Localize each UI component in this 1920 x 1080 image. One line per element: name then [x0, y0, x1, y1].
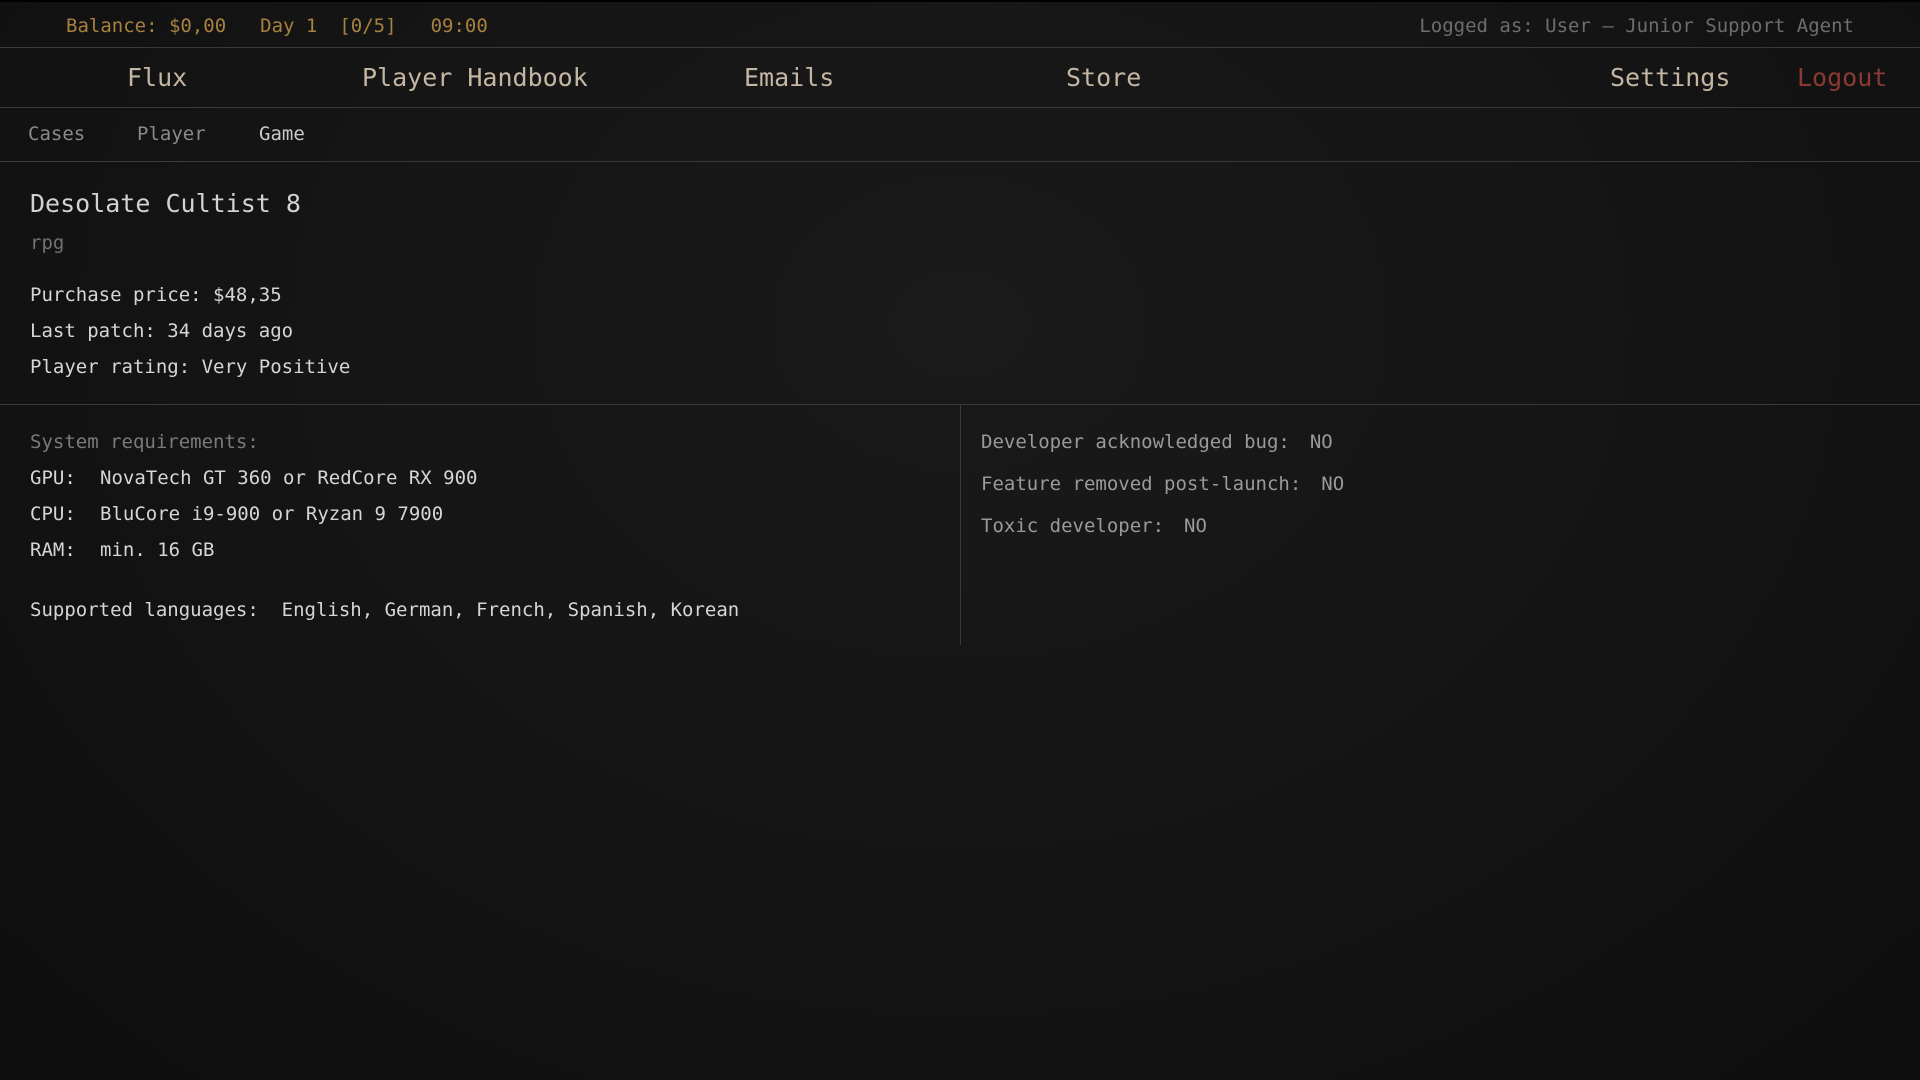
bug-value: NO — [1309, 431, 1333, 453]
toxic-key: Toxic developer: — [981, 515, 1165, 537]
languages-key: Supported languages: — [30, 599, 259, 621]
languages-value: English, German, French, Spanish, Korean — [281, 599, 740, 621]
status-bar: Balance: $0,00 Day 1 [0/5] 09:00 Logged as:… — [0, 0, 1920, 48]
sub-nav: Cases Player Game — [0, 108, 1920, 162]
ram-key: RAM: — [30, 539, 76, 561]
feature-removed-flag: Feature removed post-launch: NO — [981, 473, 1344, 495]
column-divider — [960, 405, 961, 645]
tab-player[interactable]: Player — [137, 123, 206, 145]
toxic-value: NO — [1184, 515, 1207, 537]
tab-game[interactable]: Game — [259, 123, 305, 145]
cpu-value: BluCore i9-900 or Ryzan 9 7900 — [100, 503, 444, 525]
ram-value: min. 16 GB — [100, 539, 215, 561]
system-requirements-label: System requirements: — [30, 431, 259, 453]
toxic-developer-flag: Toxic developer: NO — [981, 515, 1207, 537]
progress-text: [0/5] — [339, 15, 397, 37]
game-title: Desolate Cultist 8 — [30, 189, 301, 218]
nav-emails[interactable]: Emails — [744, 63, 834, 92]
tab-cases[interactable]: Cases — [28, 123, 85, 145]
cpu-key: CPU: — [30, 503, 76, 525]
player-rating: Player rating: Very Positive — [30, 356, 351, 378]
gpu-key: GPU: — [30, 467, 76, 489]
logout-button[interactable]: Logout — [1797, 63, 1887, 92]
nav-store[interactable]: Store — [1066, 63, 1141, 92]
nav-player-handbook[interactable]: Player Handbook — [362, 63, 588, 92]
purchase-price: Purchase price: $48,35 — [30, 284, 282, 306]
status-left: Balance: $0,00 Day 1 [0/5] 09:00 — [66, 15, 522, 37]
gpu-value: NovaTech GT 360 or RedCore RX 900 — [100, 467, 478, 489]
main-nav: Flux Player Handbook Emails Store Settin… — [0, 48, 1920, 108]
nav-flux[interactable]: Flux — [127, 63, 187, 92]
cpu-requirement: CPU: BluCore i9-900 or Ryzan 9 7900 — [30, 503, 443, 525]
nav-settings[interactable]: Settings — [1610, 63, 1730, 92]
last-patch: Last patch: 34 days ago — [30, 320, 294, 342]
time-text: 09:00 — [430, 15, 488, 37]
day-text: Day 1 — [260, 15, 318, 37]
feature-key: Feature removed post-launch: — [981, 473, 1302, 495]
feature-value: NO — [1321, 473, 1345, 495]
logged-as-text: Logged as: User — Junior Support Agent — [1419, 15, 1854, 37]
supported-languages: Supported languages: English, German, Fr… — [30, 599, 739, 621]
gpu-requirement: GPU: NovaTech GT 360 or RedCore RX 900 — [30, 467, 478, 489]
balance-text: Balance: $0,00 — [66, 15, 227, 37]
developer-bug-flag: Developer acknowledged bug: NO — [981, 431, 1333, 453]
bug-key: Developer acknowledged bug: — [981, 431, 1290, 453]
game-genre: rpg — [30, 232, 65, 254]
ram-requirement: RAM: min. 16 GB — [30, 539, 214, 561]
